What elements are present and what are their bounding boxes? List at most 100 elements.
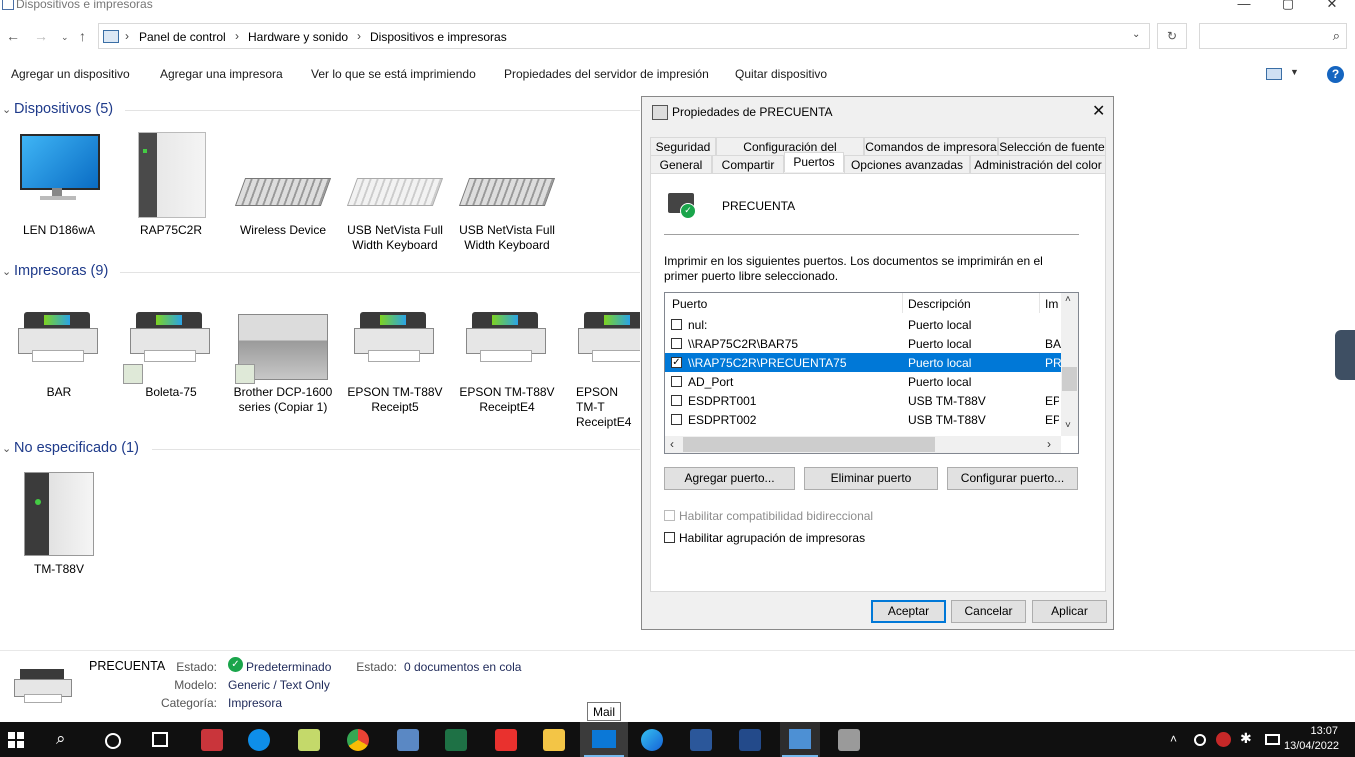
file-explorer-icon[interactable] [543, 729, 565, 751]
printer-pooling-checkbox[interactable] [664, 532, 675, 543]
monitor-icon[interactable] [18, 132, 100, 204]
chevron-right-icon[interactable]: › [1047, 437, 1051, 451]
scroll-thumb[interactable] [683, 437, 935, 452]
tab-advanced[interactable]: Opciones avanzadas [844, 155, 970, 173]
printer-icon[interactable] [576, 312, 640, 362]
configure-port-button[interactable]: Configurar puerto... [947, 467, 1078, 490]
maximize-button[interactable]: ▢ [1266, 0, 1310, 14]
port-row[interactable]: AD_Port Puerto local [665, 372, 1061, 391]
keyboard-icon[interactable] [346, 178, 444, 206]
calculator-icon[interactable] [397, 729, 419, 751]
printer-icon[interactable] [352, 312, 434, 362]
port-row[interactable]: \\RAP75C2R\BAR75 Puerto local BA [665, 334, 1061, 353]
collapse-chevron-icon[interactable]: ⌄ [2, 442, 11, 455]
back-arrow-icon[interactable]: ← [6, 28, 20, 44]
tab-security[interactable]: Seguridad [650, 137, 716, 155]
port-checkbox[interactable] [671, 338, 682, 349]
tab-printer-commands[interactable]: Comandos de impresora [864, 137, 998, 155]
settings-icon[interactable]: ✱ [1240, 730, 1252, 747]
search-input[interactable]: ⌕ [1199, 23, 1347, 49]
port-row[interactable]: nul: Puerto local [665, 315, 1061, 334]
app-icon-notes[interactable] [298, 729, 320, 751]
computer-tower-icon[interactable] [138, 132, 206, 218]
port-row-selected[interactable]: ✓ \\RAP75C2R\PRECUENTA75 Puerto local PR [665, 353, 1061, 372]
recent-chevron-icon[interactable]: ⌄ [61, 32, 69, 43]
app-icon-red[interactable] [201, 729, 223, 751]
search-icon[interactable]: ⌕ [56, 729, 66, 749]
cortana-icon[interactable] [105, 733, 121, 749]
see-printing-command[interactable]: Ver lo que se está imprimiendo [311, 67, 476, 81]
keyboard-icon[interactable] [234, 178, 332, 206]
tab-sharing[interactable]: Compartir [712, 155, 784, 173]
devices-group-header[interactable]: Dispositivos (5) [14, 101, 113, 117]
control-panel-taskbar-button[interactable] [780, 722, 820, 757]
port-checkbox[interactable] [671, 319, 682, 330]
collapse-chevron-icon[interactable]: ⌄ [2, 103, 11, 116]
refresh-button[interactable]: ↻ [1157, 23, 1187, 49]
minimize-button[interactable]: — [1222, 0, 1266, 14]
port-row[interactable]: ESDPRT002 USB TM-T88V EP [665, 410, 1061, 429]
add-device-command[interactable]: Agregar un dispositivo [11, 67, 130, 81]
excel-icon[interactable] [445, 729, 467, 751]
printers-group-header[interactable]: Impresoras (9) [14, 263, 108, 279]
teamviewer-icon[interactable] [248, 729, 270, 751]
dialog-close-button[interactable]: ✕ [1092, 101, 1105, 121]
app-icon-blue[interactable] [739, 729, 761, 751]
chevron-down-icon[interactable]: ˅ [1065, 420, 1071, 431]
printer-icon[interactable] [464, 312, 546, 362]
printer-app-icon[interactable] [838, 729, 860, 751]
windows-start-icon[interactable] [8, 732, 24, 748]
chevron-down-icon[interactable]: ▼ [1290, 67, 1299, 77]
port-checkbox-checked[interactable]: ✓ [671, 357, 682, 368]
chevron-down-icon[interactable]: ⌄ [1132, 29, 1140, 40]
tab-color-management[interactable]: Administración del color [970, 155, 1106, 173]
port-list[interactable]: Puerto Descripción Im nul: Puerto local … [664, 292, 1079, 454]
port-checkbox[interactable] [671, 414, 682, 425]
chevron-up-icon[interactable]: ˄ [1065, 294, 1071, 305]
column-header-description[interactable]: Descripción [908, 297, 971, 311]
port-checkbox[interactable] [671, 376, 682, 387]
help-icon[interactable]: ? [1327, 66, 1344, 83]
scroll-thumb[interactable] [1062, 367, 1077, 391]
add-printer-command[interactable]: Agregar una impresora [160, 67, 283, 81]
system-clock[interactable]: 13:07 13/04/2022 [1284, 724, 1339, 754]
printer-icon[interactable] [16, 312, 98, 362]
horizontal-scrollbar[interactable]: ‹ › [665, 436, 1061, 453]
tab-font-selection[interactable]: Selección de fuente [998, 137, 1106, 155]
delete-port-button[interactable]: Eliminar puerto [804, 467, 938, 490]
device-box-icon[interactable] [24, 472, 94, 556]
add-port-button[interactable]: Agregar puerto... [664, 467, 795, 490]
anydesk-icon[interactable] [495, 729, 517, 751]
column-header-port[interactable]: Puerto [672, 297, 707, 311]
antivirus-icon[interactable] [1216, 732, 1231, 747]
network-icon[interactable] [1265, 734, 1280, 745]
tab-general[interactable]: General [650, 155, 712, 173]
column-header-printer[interactable]: Im [1045, 297, 1058, 311]
view-options-icon[interactable] [1266, 68, 1282, 80]
chrome-icon[interactable] [347, 729, 369, 751]
vertical-scrollbar[interactable]: ˄ ˅ [1061, 293, 1078, 436]
edge-icon[interactable] [641, 729, 663, 751]
remove-device-command[interactable]: Quitar dispositivo [735, 67, 827, 81]
sync-icon[interactable] [1194, 734, 1206, 746]
printer-icon[interactable] [128, 312, 210, 362]
forward-arrow-icon[interactable]: → [34, 28, 48, 44]
unspecified-group-header[interactable]: No especificado (1) [14, 440, 139, 456]
ok-button[interactable]: Aceptar [871, 600, 946, 623]
tab-ports[interactable]: Puertos [784, 152, 844, 172]
breadcrumb-control-panel[interactable]: Panel de control [139, 30, 226, 44]
chevron-left-icon[interactable]: ‹ [670, 437, 674, 451]
port-row[interactable]: ESDPRT001 USB TM-T88V EP [665, 391, 1061, 410]
collapse-chevron-icon[interactable]: ⌄ [2, 265, 11, 278]
port-checkbox[interactable] [671, 395, 682, 406]
bidirectional-checkbox[interactable] [664, 510, 675, 521]
keyboard-icon[interactable] [458, 178, 556, 206]
task-view-icon[interactable] [152, 732, 168, 747]
up-arrow-icon[interactable]: ↑ [79, 28, 86, 44]
apply-button[interactable]: Aplicar [1032, 600, 1107, 623]
breadcrumb-devices[interactable]: Dispositivos e impresoras [370, 30, 507, 44]
close-button[interactable]: ✕ [1310, 0, 1354, 14]
teamviewer-side-widget[interactable] [1335, 330, 1355, 380]
cancel-button[interactable]: Cancelar [951, 600, 1026, 623]
address-bar[interactable]: › Panel de control › Hardware y sonido ›… [98, 23, 1150, 49]
